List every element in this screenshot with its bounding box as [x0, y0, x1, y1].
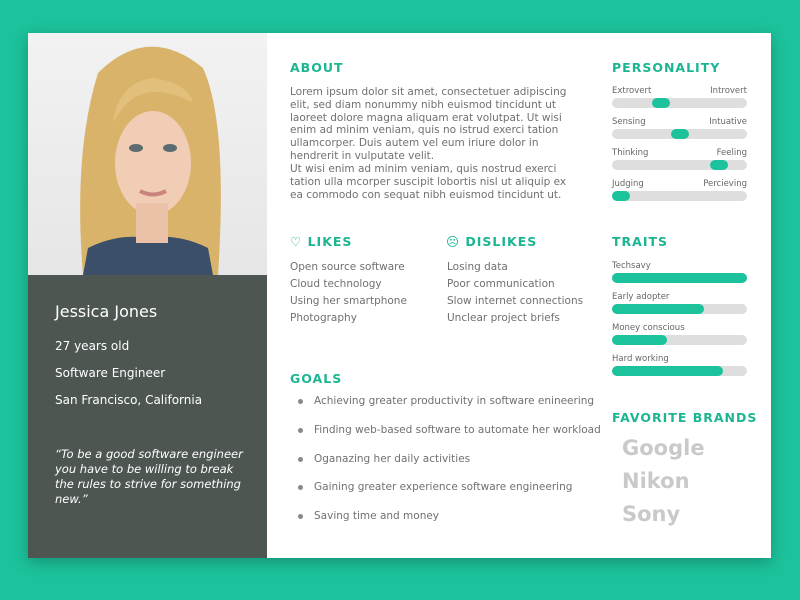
trait-fill: [612, 366, 723, 376]
slider-right-label: Feeling: [716, 148, 747, 158]
slider-knob: [612, 191, 631, 201]
personality-slider: Judging Percieving: [612, 179, 747, 201]
bullet-icon: [298, 427, 303, 433]
persona-card: Jessica Jones 27 years old Software Engi…: [28, 33, 771, 558]
goal-text: Saving time and money: [314, 510, 440, 523]
personality-heading: PERSONALITY: [612, 60, 721, 75]
goal-item: Gaining greater experience software engi…: [290, 481, 601, 510]
sad-face-icon: ☹: [446, 234, 461, 249]
likes-list: Open source software Cloud technology Us…: [290, 261, 407, 329]
slider-track: [612, 98, 747, 108]
slider-right-label: Intuative: [709, 117, 747, 127]
slider-track: [612, 129, 747, 139]
likes-heading: ♡ LIKES: [290, 234, 352, 249]
slider-left-label: Thinking: [612, 148, 649, 158]
personality-slider: Thinking Feeling: [612, 148, 747, 170]
slider-track: [612, 191, 747, 201]
bullet-icon: [298, 485, 303, 491]
trait-track: [612, 335, 747, 345]
profile-photo: [28, 33, 267, 275]
list-item: Slow internet connections: [447, 295, 584, 307]
slider-knob: [651, 98, 670, 108]
traits-heading: TRAITS: [612, 234, 669, 249]
persona-job: Software Engineer: [55, 366, 166, 380]
goal-item: Achieving greater productivity in softwa…: [290, 395, 601, 424]
slider-left-label: Judging: [612, 179, 644, 189]
trait-label: Hard working: [612, 354, 669, 364]
slider-left-label: Sensing: [612, 117, 646, 127]
goal-item: Oganazing her daily activities: [290, 453, 601, 482]
dislikes-title: DISLIKES: [465, 234, 538, 249]
trait-track: [612, 273, 747, 283]
trait-bar: Money conscious: [612, 323, 747, 345]
brand-nikon: Nikon: [622, 469, 690, 493]
slider-track: [612, 160, 747, 170]
likes-title: LIKES: [307, 234, 353, 249]
profile-panel: Jessica Jones 27 years old Software Engi…: [28, 275, 267, 558]
trait-fill: [612, 273, 747, 283]
trait-label: Techsavy: [612, 261, 651, 271]
list-item: Losing data: [447, 261, 508, 273]
list-item: Using her smartphone: [290, 295, 407, 307]
trait-label: Early adopter: [612, 292, 670, 302]
goal-item: Finding web-based software to automate h…: [290, 424, 601, 453]
trait-bar: Techsavy: [612, 261, 747, 283]
profile-column: Jessica Jones 27 years old Software Engi…: [28, 33, 267, 558]
trait-label: Money conscious: [612, 323, 685, 333]
persona-age: 27 years old: [55, 339, 130, 353]
goal-text: Finding web-based software to automate h…: [314, 423, 601, 436]
bullet-icon: [298, 399, 303, 404]
persona-location: San Francisco, California: [55, 393, 203, 407]
slider-right-label: Introvert: [710, 86, 747, 96]
trait-bar: Early adopter: [612, 292, 747, 314]
goal-text: Gaining greater experience software engi…: [314, 481, 573, 494]
slider-right-label: Percieving: [703, 179, 747, 189]
goals-heading: GOALS: [290, 371, 343, 386]
goal-text: Oganazing her daily activities: [314, 452, 471, 465]
list-item: Unclear project briefs: [447, 312, 560, 324]
bullet-icon: [298, 456, 303, 462]
persona-quote: “To be a good software engineer you have…: [55, 447, 243, 506]
about-paragraph-2: Ut wisi enim ad minim veniam, quis nostr…: [290, 163, 567, 201]
list-item: Poor communication: [447, 278, 555, 290]
personality-slider: Extrovert Introvert: [612, 86, 747, 108]
list-item: Photography: [290, 312, 357, 324]
trait-bar: Hard working: [612, 354, 747, 376]
brand-sony: Sony: [622, 502, 681, 526]
trait-track: [612, 366, 747, 376]
slider-left-label: Extrovert: [612, 86, 652, 96]
personality-slider: Sensing Intuative: [612, 117, 747, 139]
trait-track: [612, 304, 747, 314]
goal-item: Saving time and money: [290, 510, 601, 539]
trait-fill: [612, 304, 704, 314]
brand-google: Google: [622, 436, 705, 460]
list-item: Open source software: [290, 261, 405, 273]
brands-heading: FAVORITE BRANDS: [612, 410, 758, 425]
list-item: Cloud technology: [290, 278, 382, 290]
about-heading: ABOUT: [290, 60, 344, 75]
bullet-icon: [298, 514, 303, 520]
slider-knob: [670, 129, 689, 139]
goals-list: Achieving greater productivity in softwa…: [290, 395, 601, 539]
dislikes-heading: ☹ DISLIKES: [446, 234, 537, 249]
heart-icon: ♡: [290, 234, 303, 249]
dislikes-list: Losing data Poor communication Slow inte…: [447, 261, 583, 329]
trait-fill: [612, 335, 668, 345]
slider-knob: [709, 160, 728, 170]
persona-name: Jessica Jones: [55, 302, 158, 321]
about-paragraph-1: Lorem ipsum dolor sit amet, consectetuer…: [290, 86, 567, 162]
goal-text: Achieving greater productivity in softwa…: [314, 395, 595, 407]
